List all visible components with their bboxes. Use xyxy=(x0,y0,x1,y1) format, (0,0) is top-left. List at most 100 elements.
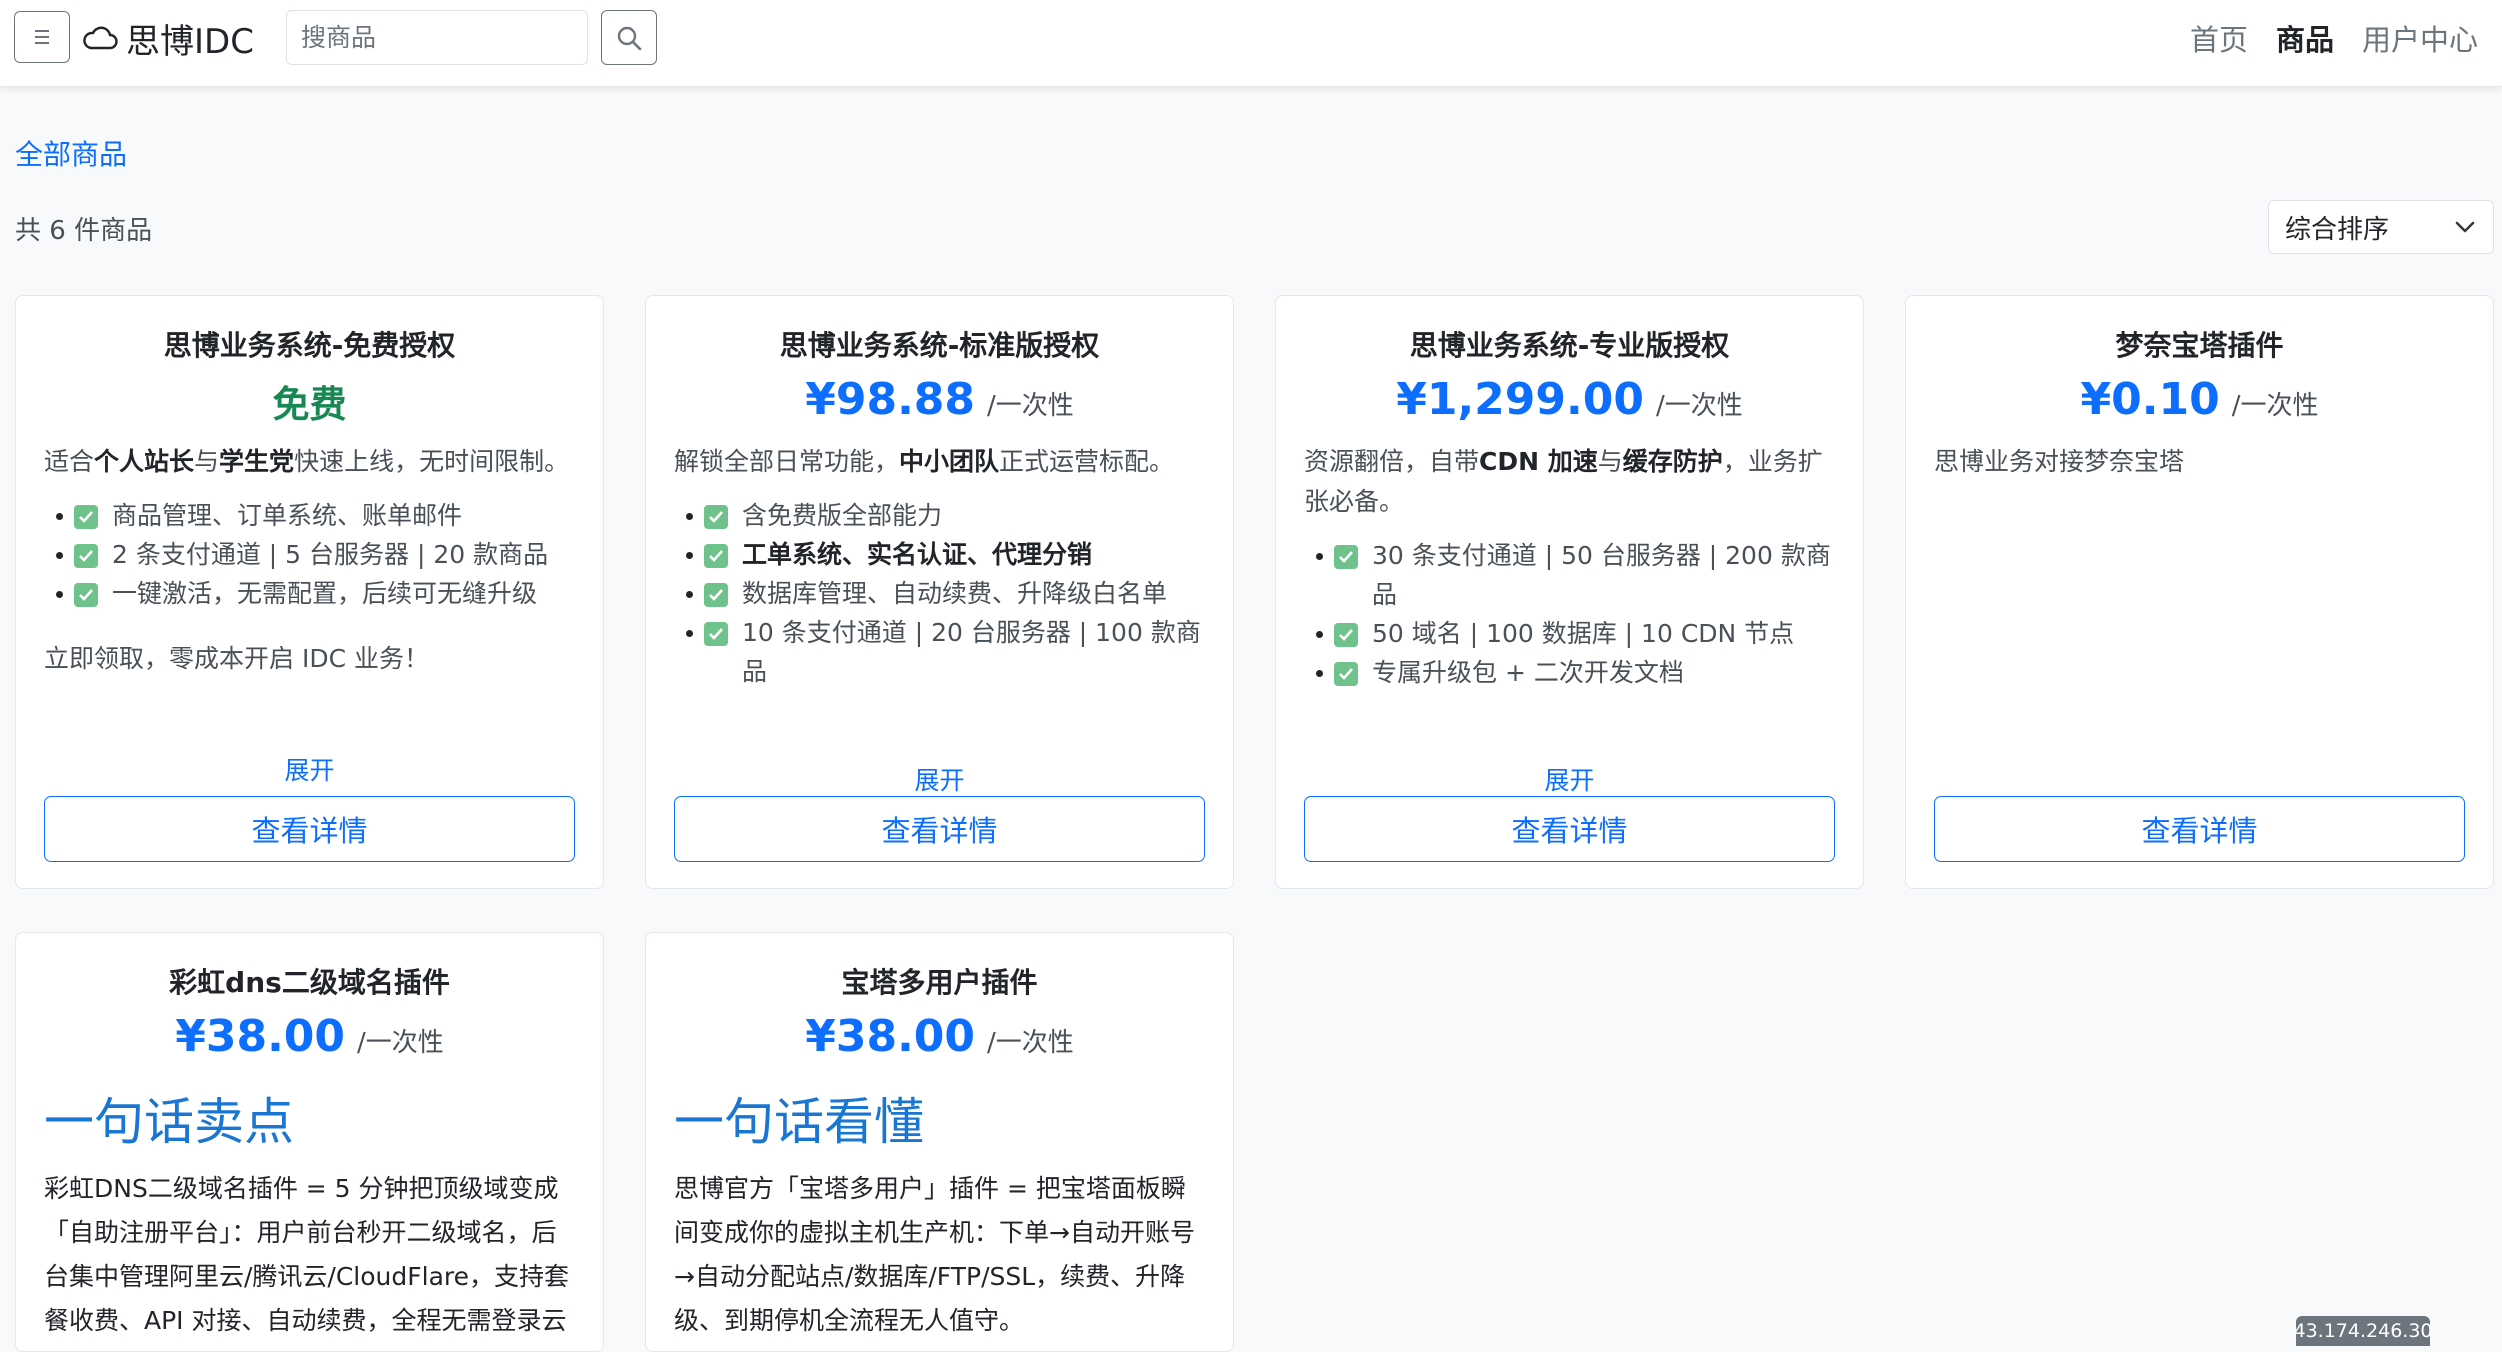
feature-text: 2 条支付通道 | 5 台服务器 | 20 款商品 xyxy=(112,540,549,569)
sort-select[interactable]: 综合排序 xyxy=(2268,200,2494,254)
desc-text: 与 xyxy=(194,447,220,476)
check-icon xyxy=(1334,623,1358,647)
price-row: ¥0.10 /一次性 xyxy=(1934,374,2465,434)
feature-item: 30 条支付通道 | 50 台服务器 | 200 款商品 xyxy=(1316,536,1835,614)
feature-text: 30 条支付通道 | 50 台服务器 | 200 款商品 xyxy=(1372,541,1831,609)
nav-link-user-center[interactable]: 用户中心 xyxy=(2362,17,2478,59)
price-row: ¥38.00 /一次性 xyxy=(674,1011,1205,1071)
feature-text: 商品管理、订单系统、账单邮件 xyxy=(112,501,463,530)
price-row: ¥1,299.00 /一次性 xyxy=(1304,374,1835,434)
price-unit: /一次性 xyxy=(987,1028,1074,1058)
desc-strong: 个人站长 xyxy=(94,447,195,476)
card-desc: 解锁全部日常功能，中小团队正式运营标配。 xyxy=(674,442,1205,482)
product-count: 共 6 件商品 xyxy=(15,216,153,246)
desc-text: 正式运营标配。 xyxy=(999,447,1175,476)
product-card-bt-multiuser: 宝塔多用户插件 ¥38.00 /一次性 一句话看懂 思博官方「宝塔多用户」插件 … xyxy=(645,932,1234,1352)
feature-text: 工单系统、实名认证、代理分销 xyxy=(742,540,1093,569)
expand-link[interactable]: 展开 xyxy=(16,751,603,787)
check-icon xyxy=(74,505,98,529)
price-unit: /一次性 xyxy=(1655,391,1743,421)
search-icon xyxy=(617,26,642,50)
card-price: 免费 xyxy=(272,383,347,426)
desc-strong: 缓存防护 xyxy=(1622,447,1723,476)
product-card-standard: 思博业务系统-标准版授权 ¥98.88 /一次性 解锁全部日常功能，中小团队正式… xyxy=(645,295,1234,889)
check-icon xyxy=(74,544,98,568)
feature-text: 50 域名 | 100 数据库 | 10 CDN 节点 xyxy=(1372,619,1795,648)
top-navbar: 思博IDC 首页 商品 用户中心 xyxy=(0,0,2502,87)
feature-item: 商品管理、订单系统、账单邮件 xyxy=(56,496,575,535)
feature-item: 10 条支付通道 | 20 台服务器 | 100 款商品 xyxy=(686,613,1205,691)
desc-text: 与 xyxy=(1597,447,1623,476)
card-outro: 立即领取，零成本开启 IDC 业务！ xyxy=(44,644,429,673)
feature-list: 30 条支付通道 | 50 台服务器 | 200 款商品 50 域名 | 100… xyxy=(1304,536,1835,692)
desc-text: 解锁全部日常功能， xyxy=(674,447,900,476)
expand-link[interactable]: 展开 xyxy=(1276,761,1863,797)
view-details-button[interactable]: 查看详情 xyxy=(1934,796,2465,862)
breadcrumb-all-products[interactable]: 全部商品 xyxy=(15,133,127,173)
card-price: ¥38.00 xyxy=(805,1011,976,1062)
card-desc: 思博业务对接梦奈宝塔 xyxy=(1934,447,2185,476)
card-title: 宝塔多用户插件 xyxy=(841,966,1038,999)
nav-link-home[interactable]: 首页 xyxy=(2190,17,2248,59)
brand-logo[interactable]: 思博IDC xyxy=(82,14,254,62)
price-unit: /一次性 xyxy=(357,1028,444,1058)
card-price: ¥0.10 xyxy=(2080,374,2220,425)
check-icon xyxy=(1334,545,1358,569)
card-long-desc: 彩虹DNS二级域名插件 = 5 分钟把顶级域变成「自助注册平台」：用户前台秒开二… xyxy=(44,1174,570,1335)
feature-item: 50 域名 | 100 数据库 | 10 CDN 节点 xyxy=(1316,614,1835,653)
ip-badge: 43.174.246.30 xyxy=(2294,1316,2433,1346)
desc-strong: CDN 加速 xyxy=(1479,447,1598,476)
feature-item: 专属升级包 + 二次开发文档 xyxy=(1316,653,1835,692)
desc-strong: 学生党 xyxy=(219,447,295,476)
check-icon xyxy=(704,622,728,646)
check-icon xyxy=(704,505,728,529)
nav-link-products[interactable]: 商品 xyxy=(2276,17,2334,59)
view-details-button[interactable]: 查看详情 xyxy=(1304,796,1835,862)
desc-strong: 中小团队 xyxy=(899,447,1000,476)
chevron-down-icon xyxy=(2455,221,2475,233)
hamburger-icon xyxy=(35,30,49,44)
feature-item: 数据库管理、自动续费、升降级白名单 xyxy=(686,574,1205,613)
menu-toggle-button[interactable] xyxy=(14,11,70,63)
product-card-bt-plugin: 梦奈宝塔插件 ¥0.10 /一次性 思博业务对接梦奈宝塔 查看详情 xyxy=(1905,295,2494,889)
feature-text: 含免费版全部能力 xyxy=(742,501,943,530)
card-desc: 资源翻倍，自带CDN 加速与缓存防护，业务扩张必备。 xyxy=(1304,442,1835,522)
expand-link[interactable]: 展开 xyxy=(646,761,1233,797)
feature-text: 10 条支付通道 | 20 台服务器 | 100 款商品 xyxy=(742,618,1201,686)
desc-text: 快速上线，无时间限制。 xyxy=(294,447,570,476)
feature-item: 一键激活，无需配置，后续可无缝升级 xyxy=(56,574,575,613)
card-desc: 适合个人站长与学生党快速上线，无时间限制。 xyxy=(44,442,575,482)
card-title: 梦奈宝塔插件 xyxy=(2115,329,2284,362)
brand-name: 思博IDC xyxy=(126,21,254,62)
check-icon xyxy=(74,583,98,607)
card-long-desc: 思博官方「宝塔多用户」插件 = 把宝塔面板瞬间变成你的虚拟主机生产机：下单→自动… xyxy=(674,1174,1195,1335)
feature-list: 商品管理、订单系统、账单邮件 2 条支付通道 | 5 台服务器 | 20 款商品… xyxy=(44,496,575,613)
product-card-pro: 思博业务系统-专业版授权 ¥1,299.00 /一次性 资源翻倍，自带CDN 加… xyxy=(1275,295,1864,889)
feature-list: 含免费版全部能力 工单系统、实名认证、代理分销 数据库管理、自动续费、升降级白名… xyxy=(674,496,1205,691)
desc-text: 资源翻倍，自带 xyxy=(1304,447,1480,476)
view-details-button[interactable]: 查看详情 xyxy=(674,796,1205,862)
card-title: 彩虹dns二级域名插件 xyxy=(169,966,450,999)
price-row: ¥38.00 /一次性 xyxy=(44,1011,575,1071)
feature-item: 含免费版全部能力 xyxy=(686,496,1205,535)
price-unit: /一次性 xyxy=(2231,391,2319,421)
search-button[interactable] xyxy=(601,10,657,65)
desc-text: 适合 xyxy=(44,447,95,476)
feature-item: 2 条支付通道 | 5 台服务器 | 20 款商品 xyxy=(56,535,575,574)
product-card-dns-plugin: 彩虹dns二级域名插件 ¥38.00 /一次性 一句话卖点 彩虹DNS二级域名插… xyxy=(15,932,604,1352)
card-headline: 一句话看懂 xyxy=(674,1093,924,1151)
sort-selected-value: 综合排序 xyxy=(2285,214,2390,245)
price-unit: /一次性 xyxy=(987,391,1074,421)
check-icon xyxy=(1334,662,1358,686)
card-headline: 一句话卖点 xyxy=(44,1093,294,1151)
card-price: ¥1,299.00 xyxy=(1396,374,1644,425)
card-price: ¥38.00 xyxy=(175,1011,346,1062)
view-details-button[interactable]: 查看详情 xyxy=(44,796,575,862)
search-input[interactable] xyxy=(286,10,588,65)
nav-links: 首页 商品 用户中心 xyxy=(2190,14,2478,62)
price-row: 免费 xyxy=(44,374,575,434)
feature-text: 一键激活，无需配置，后续可无缝升级 xyxy=(112,579,538,608)
feature-text: 专属升级包 + 二次开发文档 xyxy=(1372,658,1684,687)
card-title: 思博业务系统-标准版授权 xyxy=(779,329,1100,362)
card-title: 思博业务系统-专业版授权 xyxy=(1409,329,1730,362)
